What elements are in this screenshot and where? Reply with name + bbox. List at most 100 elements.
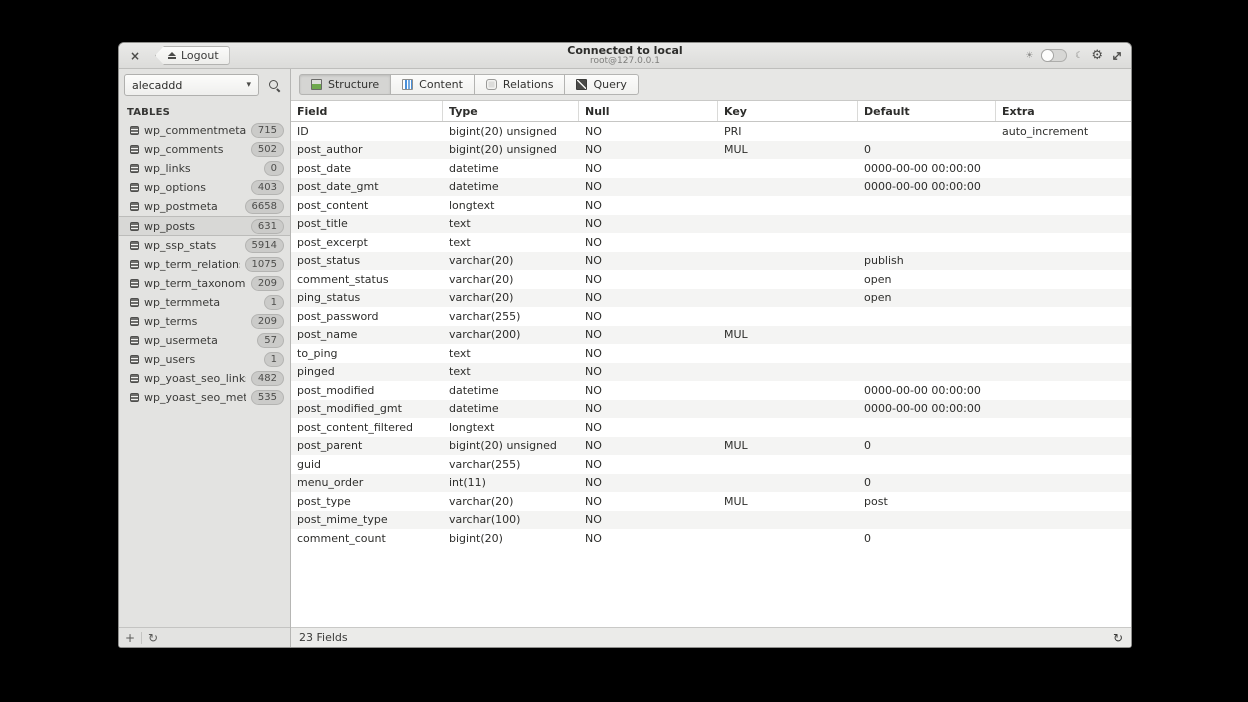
- sidebar-table-item-wp_usermeta[interactable]: wp_usermeta 57: [119, 331, 290, 350]
- theme-toggle-switch[interactable]: [1041, 49, 1068, 62]
- column-header-null[interactable]: Null: [579, 101, 718, 121]
- sidebar-table-item-wp_postmeta[interactable]: wp_postmeta 6658: [119, 197, 290, 216]
- table-row[interactable]: post_author bigint(20) unsigned NO MUL 0: [291, 140, 1131, 159]
- table-cell: post_parent: [297, 439, 363, 453]
- settings-gear-icon[interactable]: ⚙: [1091, 48, 1103, 63]
- tab-label: Structure: [328, 78, 380, 91]
- table-icon: [130, 221, 139, 231]
- table-row[interactable]: ping_status varchar(20) NO open: [291, 288, 1131, 307]
- table-cell: post_content_filtered: [297, 420, 413, 434]
- table-cell: [858, 363, 996, 382]
- table-row[interactable]: post_content_filtered longtext NO: [291, 418, 1131, 437]
- table-cell: MUL: [724, 439, 748, 453]
- table-row[interactable]: post_modified_gmt datetime NO 0000-00-00 00…: [291, 399, 1131, 418]
- table-cell: 0: [864, 531, 871, 545]
- table-cell: [718, 159, 858, 178]
- table-row[interactable]: post_content longtext NO: [291, 196, 1131, 215]
- table-row[interactable]: post_date_gmt datetime NO 0000-00-00 00:00:…: [291, 177, 1131, 196]
- table-cell: comment_count: [297, 531, 386, 545]
- tab-content[interactable]: Content: [390, 74, 475, 95]
- row-count-badge: 1075: [244, 256, 284, 272]
- table-icon: [130, 316, 139, 326]
- sidebar-table-item-wp_links[interactable]: wp_links 0: [119, 159, 290, 178]
- sidebar-table-item-wp_termmeta[interactable]: wp_termmeta 1: [119, 293, 290, 312]
- table-row[interactable]: post_date datetime NO 0000-00-00 00:00:00: [291, 159, 1131, 178]
- search-button[interactable]: [263, 74, 285, 96]
- table-row[interactable]: to_ping text NO: [291, 344, 1131, 363]
- sidebar-table-item-wp_ssp_stats[interactable]: wp_ssp_stats 5914: [119, 236, 290, 255]
- column-header-extra[interactable]: Extra: [996, 101, 1131, 121]
- table-cell: NO: [585, 476, 602, 490]
- table-cell: [858, 344, 996, 363]
- column-header-field[interactable]: Field: [291, 101, 443, 121]
- column-header-default[interactable]: Default: [858, 101, 996, 121]
- table-refresh-button[interactable]: ↻: [1113, 631, 1123, 645]
- table-cell: ID: [297, 124, 309, 138]
- table-cell: [996, 215, 1131, 234]
- table-cell: [996, 381, 1131, 400]
- table-row[interactable]: post_parent bigint(20) unsigned NO MUL 0: [291, 436, 1131, 455]
- table-cell: post_name: [297, 328, 358, 342]
- table-row[interactable]: ID bigint(20) unsigned NO PRI auto_increment: [291, 122, 1131, 141]
- table-cell: [718, 418, 858, 437]
- table-cell: datetime: [449, 383, 499, 397]
- table-cell: post_content: [297, 198, 369, 212]
- table-cell: 0000-00-00 00:00:00: [864, 383, 981, 397]
- sidebar-refresh-button[interactable]: ↻: [142, 631, 164, 645]
- table-cell: post_date_gmt: [297, 180, 379, 194]
- table-cell: NO: [585, 494, 602, 508]
- headerbar: × Logout Connected to local root@127.0.0…: [119, 43, 1131, 69]
- table-row[interactable]: menu_order int(11) NO 0: [291, 473, 1131, 493]
- table-row[interactable]: post_excerpt text NO: [291, 233, 1131, 252]
- table-row[interactable]: post_type varchar(20) NO MUL post: [291, 492, 1131, 511]
- column-header-type[interactable]: Type: [443, 101, 579, 121]
- add-table-button[interactable]: +: [119, 631, 141, 645]
- fullscreen-icon[interactable]: [1111, 50, 1123, 62]
- table-cell: open: [864, 291, 892, 305]
- sidebar-table-item-wp_term_relationships[interactable]: wp_term_relationships 1075: [119, 255, 290, 274]
- table-row[interactable]: guid varchar(255) NO: [291, 455, 1131, 474]
- table-cell: [996, 159, 1131, 178]
- table-cell: [996, 252, 1131, 271]
- sidebar-table-item-wp_options[interactable]: wp_options 403: [119, 178, 290, 197]
- table-cell: bigint(20) unsigned: [449, 439, 557, 453]
- tables-section-label: TABLES: [127, 107, 171, 118]
- table-cell: [996, 344, 1131, 363]
- table-row[interactable]: post_status varchar(20) NO publish: [291, 251, 1131, 271]
- table-cell: [718, 474, 858, 493]
- table-row[interactable]: comment_status varchar(20) NO open: [291, 270, 1131, 289]
- table-row[interactable]: post_name varchar(200) NO MUL: [291, 325, 1131, 344]
- table-row[interactable]: post_title text NO: [291, 214, 1131, 234]
- tab-query[interactable]: Query: [564, 74, 639, 95]
- table-cell: [718, 196, 858, 215]
- sidebar-table-item-wp_terms[interactable]: wp_terms 209: [119, 312, 290, 331]
- table-cell: varchar(200): [449, 328, 521, 342]
- close-window-button[interactable]: ×: [127, 48, 143, 64]
- table-row[interactable]: pinged text NO: [291, 362, 1131, 382]
- sidebar-table-item-wp_yoast_seo_meta[interactable]: wp_yoast_seo_meta 535: [119, 388, 290, 407]
- tab-structure[interactable]: Structure: [299, 74, 392, 95]
- database-selector[interactable]: alecaddd ▾: [124, 74, 259, 96]
- sidebar-table-item-wp_posts[interactable]: wp_posts 631: [119, 216, 290, 236]
- table-cell: post_modified: [297, 383, 375, 397]
- table-row[interactable]: comment_count bigint(20) NO 0: [291, 529, 1131, 548]
- table-row[interactable]: post_mime_type varchar(100) NO: [291, 510, 1131, 529]
- table-cell: [858, 455, 996, 474]
- table-cell: NO: [585, 420, 602, 434]
- sidebar-table-item-wp_term_taxonomy[interactable]: wp_term_taxonomy 209: [119, 274, 290, 293]
- table-row[interactable]: post_password varchar(255) NO: [291, 307, 1131, 326]
- table-row[interactable]: post_modified datetime NO 0000-00-00 00:00:…: [291, 381, 1131, 400]
- logout-button[interactable]: Logout: [155, 46, 230, 65]
- sidebar-table-item-wp_comments[interactable]: wp_comments 502: [119, 140, 290, 159]
- sidebar-table-item-wp_yoast_seo_links[interactable]: wp_yoast_seo_links 482: [119, 369, 290, 388]
- tab-relations[interactable]: Relations: [473, 74, 566, 95]
- table-cell: NO: [585, 439, 602, 453]
- table-cell: [718, 233, 858, 252]
- sidebar-table-item-wp_commentmeta[interactable]: wp_commentmeta 715: [119, 121, 290, 140]
- sidebar-table-item-wp_users[interactable]: wp_users 1: [119, 350, 290, 369]
- table-icon: [130, 183, 139, 193]
- table-cell: [996, 270, 1131, 289]
- column-header-key[interactable]: Key: [718, 101, 858, 121]
- table-cell: 0: [864, 143, 871, 157]
- table-name-label: wp_posts: [144, 219, 195, 233]
